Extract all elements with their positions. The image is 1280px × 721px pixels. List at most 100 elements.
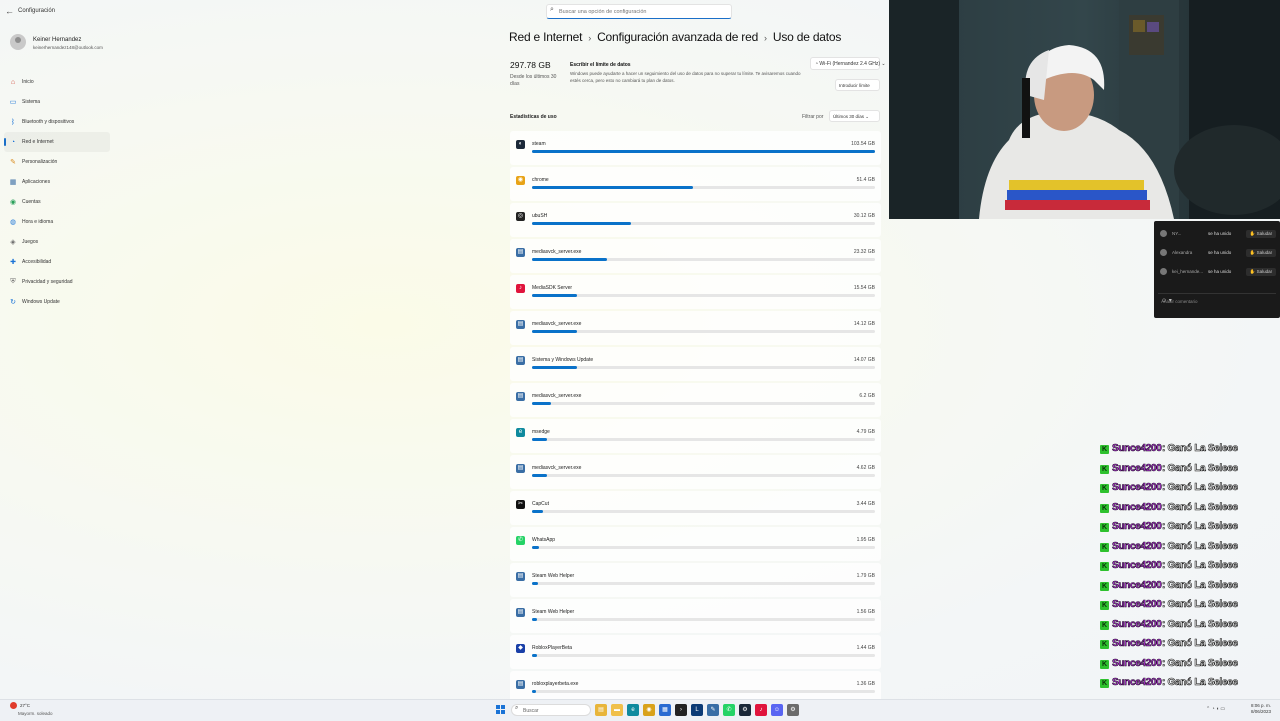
sidebar-item[interactable]: ◉ Cuentas	[4, 192, 110, 212]
app-name: WhatsApp	[532, 537, 556, 543]
file-explorer-icon[interactable]: ▤	[595, 704, 607, 716]
kick-badge-icon: K	[1100, 581, 1109, 591]
app-usage-row[interactable]: ✆ WhatsApp 1.95 GB	[510, 527, 881, 561]
avatar[interactable]	[10, 34, 26, 50]
app-name: RobloxPlayerBeta	[532, 645, 573, 651]
chat-username: Alexandra	[1172, 250, 1193, 255]
sidebar-item-label: Privacidad y seguridad	[22, 279, 73, 285]
search-icon: ⌕	[515, 705, 519, 711]
greet-button[interactable]: ✋ Saludar	[1246, 249, 1276, 257]
weather-description[interactable]: Mayorm. soleado	[18, 711, 53, 716]
app-usage-row[interactable]: ◐ steam 103.54 GB	[510, 131, 881, 165]
enter-limit-button[interactable]: Introducir límite	[835, 79, 880, 91]
clock[interactable]: 8:06 p. m. 8/06/2023	[1251, 703, 1271, 715]
greet-button[interactable]: ✋ Saludar	[1246, 230, 1276, 238]
feed-entry: K Sunce4200: Ganó La Seleee	[1100, 559, 1280, 579]
chat-input[interactable]: Añadir comentario ☺ ▾	[1158, 293, 1276, 308]
sidebar-item[interactable]: ⌂ Inicio	[4, 72, 110, 92]
app-usage-row[interactable]: ♪ MediaSDK Server 15.54 GB	[510, 275, 881, 309]
sidebar-item-label: Windows Update	[22, 299, 60, 305]
sidebar-item-label: Red e Internet	[22, 139, 54, 145]
breadcrumb: Red e Internet › Configuración avanzada de…	[509, 30, 841, 44]
sidebar-item[interactable]: ᛒ Bluetooth y dispositivos	[4, 112, 110, 132]
webcam-feed	[889, 0, 1280, 219]
app-name: Sistema y Windows Update	[532, 357, 594, 363]
sidebar-item[interactable]: ◔ Red e Internet	[4, 132, 110, 152]
taskbar-search[interactable]: ⌕ Buscar	[511, 704, 591, 716]
folder-icon[interactable]: ▬	[611, 704, 623, 716]
usage-bar	[532, 186, 875, 189]
edge-icon[interactable]: e	[627, 704, 639, 716]
sidebar-item[interactable]: ◈ Juegos	[4, 232, 110, 252]
app-usage-row[interactable]: ▤ Sistema y Windows Update 14.07 GB	[510, 347, 881, 381]
app-usage-row[interactable]: ▤ mediasvck_server.exe 14.12 GB	[510, 311, 881, 345]
feed-username: Sunce4200	[1112, 618, 1162, 630]
usage-bar-fill	[532, 402, 551, 405]
lightroom-icon[interactable]: L	[691, 704, 703, 716]
terminal-icon[interactable]: ›	[675, 704, 687, 716]
sidebar-item[interactable]: ◍ Hora e idioma	[4, 212, 110, 232]
windows-update-icon: ▤	[516, 356, 525, 365]
app-usage-row[interactable]: ▤ mediasvck_server.exe 23.32 GB	[510, 239, 881, 273]
kick-badge-icon: K	[1100, 601, 1109, 610]
total-usage: 297.78 GB	[510, 60, 551, 70]
sidebar-item-label: Cuentas	[22, 199, 41, 205]
tiktok-icon[interactable]: ♪	[755, 704, 767, 716]
app-usage-row[interactable]: ▤ Steam Web Helper 1.79 GB	[510, 563, 881, 597]
app-usage-row[interactable]: ▤ mediasvck_server.exe 4.62 GB	[510, 455, 881, 489]
usage-bar-fill	[532, 546, 539, 549]
sidebar-item[interactable]: ⛨ Privacidad y seguridad	[4, 272, 110, 292]
search-input[interactable]	[559, 6, 729, 17]
kick-badge-icon: K	[1100, 542, 1109, 552]
sidebar-item[interactable]: ▭ Sistema	[4, 92, 110, 112]
app-usage-row[interactable]: ◎ ubuSH 30.12 GB	[510, 203, 881, 237]
app-usage-row[interactable]: ▤ Steam Web Helper 1.56 GB	[510, 599, 881, 633]
system-tray[interactable]: ⌃ ◔ ◖ ▭	[1206, 706, 1225, 712]
app-usage-row[interactable]: ◆ RobloxPlayerBeta 1.44 GB	[510, 635, 881, 669]
app-data-size: 14.12 GB	[853, 321, 875, 327]
whatsapp-icon: ✆	[516, 536, 525, 545]
chrome-icon[interactable]: ◉	[643, 704, 655, 716]
discord-icon[interactable]: ☺	[771, 704, 783, 716]
app-usage-row[interactable]: ◉ chrome 51.4 GB	[510, 167, 881, 201]
pen-icon[interactable]: ✎	[707, 704, 719, 716]
sidebar-item[interactable]: ↻ Windows Update	[4, 292, 110, 312]
whatsapp-icon[interactable]: ✆	[723, 704, 735, 716]
sidebar-item[interactable]: ✎ Personalización	[4, 152, 110, 172]
weather-temperature[interactable]: 27°C	[20, 703, 30, 708]
greet-button[interactable]: ✋ Saludar	[1246, 268, 1276, 276]
generic-app-icon: ▤	[516, 248, 525, 257]
settings-icon[interactable]: ⚙	[787, 704, 799, 716]
usage-bar-fill	[532, 618, 538, 621]
breadcrumb-red-internet[interactable]: Red e Internet	[509, 30, 582, 44]
store-icon[interactable]: ▦	[659, 704, 671, 716]
app-usage-row[interactable]: e msedge 4.79 GB	[510, 419, 881, 453]
app-data-size: 4.62 GB	[856, 465, 875, 471]
breadcrumb-advanced-network[interactable]: Configuración avanzada de red	[597, 30, 758, 44]
sidebar-item[interactable]: ▦ Aplicaciones	[4, 172, 110, 192]
usage-bar	[532, 366, 875, 369]
back-arrow-icon[interactable]: ←	[5, 6, 14, 16]
steam-icon[interactable]: ⚙	[739, 704, 751, 716]
feed-entry: K Sunce4200: Ganó La Seleee	[1100, 598, 1280, 618]
usage-bar-fill	[532, 222, 632, 225]
windows-start-icon[interactable]	[496, 705, 505, 714]
generic-app-icon: ▤	[516, 320, 525, 329]
network-select[interactable]: ◔ Wi-Fi (Hernandez 2.4 GHz) ⌄	[810, 57, 886, 70]
app-usage-row[interactable]: ✂ CapCut 3.44 GB	[510, 491, 881, 525]
sidebar-item-label: Juegos	[22, 239, 39, 245]
tiktok-icon: ♪	[516, 284, 525, 293]
sidebar-item-label: Accesibilidad	[22, 259, 52, 265]
sidebar-item[interactable]: ✚ Accesibilidad	[4, 252, 110, 272]
feed-username: Sunce4200	[1112, 599, 1162, 611]
filter-select[interactable]: Últimos 30 días ⌄	[829, 110, 880, 122]
emoji-icon[interactable]: ☺ ▾	[1161, 297, 1274, 304]
app-usage-row[interactable]: ▤ mediasvck_server.exe 6.2 GB	[510, 383, 881, 417]
app-data-size: 30.12 GB	[853, 213, 875, 219]
data-limit-description: Windows puede ayudarte a hacer un seguim…	[570, 71, 801, 83]
settings-search[interactable]: ⌕	[546, 4, 732, 19]
weather-icon[interactable]	[10, 702, 17, 709]
app-usage-list: ◐ steam 103.54 GB ◉ chrome 51.4 GB ◎ ubuSH 30.12…	[510, 131, 881, 707]
kick-badge-icon: K	[1100, 679, 1109, 688]
usage-bar	[532, 150, 875, 153]
